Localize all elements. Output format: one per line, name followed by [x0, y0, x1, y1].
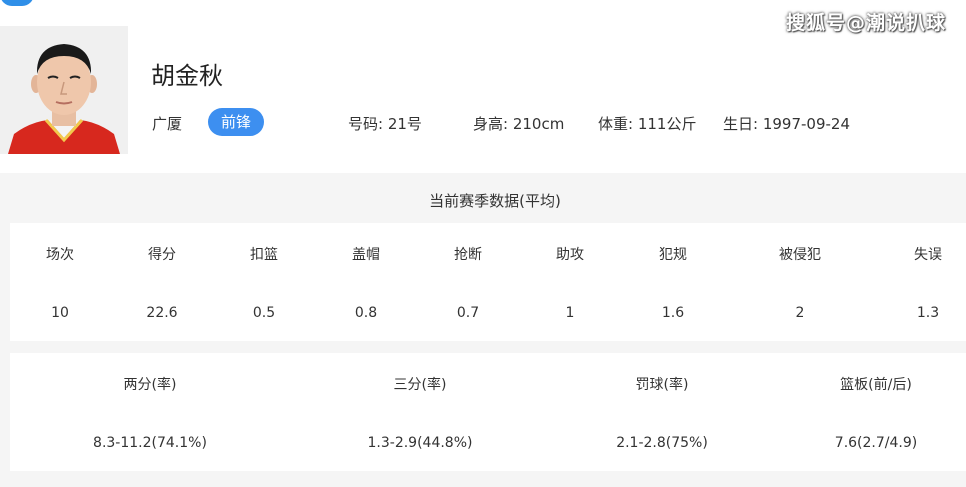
season-stats-title: 当前赛季数据(平均) — [429, 192, 561, 210]
stat-header: 三分(率) — [393, 377, 447, 393]
stat-header: 助攻 — [556, 247, 584, 263]
stat-value: 2.1-2.8(75%) — [616, 435, 708, 451]
stat-value: 1 — [565, 305, 575, 321]
stat-value: 1.3 — [916, 305, 940, 321]
stat-value: 8.3-11.2(74.1%) — [93, 435, 207, 451]
position-badge: 前锋 — [208, 108, 264, 136]
stat-value: 2 — [795, 305, 805, 321]
stat-header: 罚球(率) — [635, 377, 689, 393]
player-team: 广厦 — [152, 115, 183, 133]
shooting-stats-panel: 两分(率) 8.3-11.2(74.1%) 三分(率) 1.3-2.9(44.8… — [10, 353, 966, 471]
player-birthday: 生日: 1997-09-24 — [723, 115, 850, 133]
player-name: 胡金秋 — [151, 62, 223, 90]
player-number: 号码: 21号 — [348, 115, 422, 133]
stat-header: 篮板(前/后) — [840, 377, 912, 393]
stat-header: 两分(率) — [123, 377, 177, 393]
stat-value: 1.3-2.9(44.8%) — [367, 435, 473, 451]
player-header: 胡金秋 广厦 前锋 号码: 21号 身高: 210cm 体重: 111公斤 生日… — [0, 0, 966, 172]
basic-stats-panel: 场次 10 得分 22.6 扣篮 0.5 盖帽 0.8 抢断 0.7 助攻 1 … — [10, 223, 966, 341]
player-info-row: 广厦 前锋 号码: 21号 身高: 210cm 体重: 111公斤 生日: 19… — [0, 108, 966, 138]
stat-header: 被侵犯 — [779, 247, 821, 263]
stat-value: 7.6(2.7/4.9) — [834, 435, 918, 451]
stat-header: 犯规 — [659, 247, 687, 263]
player-height: 身高: 210cm — [473, 115, 565, 133]
stat-value: 1.6 — [661, 305, 685, 321]
player-weight: 体重: 111公斤 — [598, 115, 697, 133]
season-stats-section: 当前赛季数据(平均) 场次 10 得分 22.6 扣篮 0.5 盖帽 0.8 抢… — [0, 173, 966, 487]
stat-header: 失误 — [914, 247, 942, 263]
